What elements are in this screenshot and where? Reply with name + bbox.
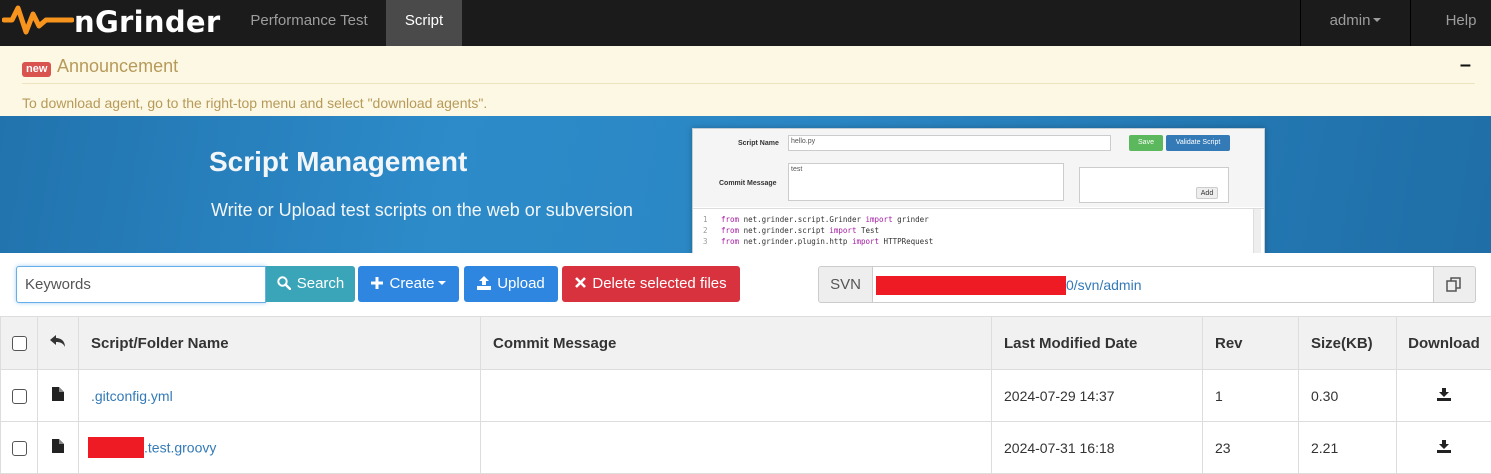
column-header-rev[interactable]: Rev [1203, 317, 1299, 370]
file-icon [52, 387, 64, 401]
caret-down-icon [438, 281, 446, 285]
back-arrow-icon[interactable] [50, 334, 66, 348]
preview-commit-label: Commit Message [719, 180, 777, 187]
row-select-cell [1, 370, 38, 422]
code-line: 1from net.grinder.script.Grinder import … [703, 215, 929, 224]
preview-script-name-label: Script Name [738, 140, 779, 147]
select-all-cell [1, 317, 38, 370]
file-type-cell [38, 370, 79, 422]
upload-button-label: Upload [497, 275, 545, 292]
preview-save-button: Save [1129, 135, 1163, 151]
script-management-banner: Script Management Write or Upload test s… [0, 116, 1491, 253]
column-header-size[interactable]: Size(KB) [1299, 317, 1397, 370]
create-dropdown-button[interactable]: Create [358, 266, 459, 302]
nav-admin-label: admin [1330, 12, 1371, 29]
preview-form: Script Name hello.py Save Validate Scrip… [693, 129, 1264, 207]
file-type-cell [38, 422, 79, 474]
preview-code-editor: 1from net.grinder.script.Grinder import … [693, 208, 1264, 253]
nav-help[interactable]: Help [1410, 0, 1491, 46]
revision-cell: 1 [1203, 370, 1299, 422]
banner-subtitle: Write or Upload test scripts on the web … [211, 200, 633, 221]
svn-label: SVN [818, 266, 873, 303]
close-icon [575, 277, 586, 288]
svn-url-text: 0/svn/admin [1066, 277, 1141, 293]
file-name-cell: .gitconfig.yml [79, 370, 481, 422]
revision-cell: 23 [1203, 422, 1299, 474]
search-icon [277, 276, 291, 290]
download-cell [1397, 422, 1491, 474]
select-all-checkbox[interactable] [12, 336, 27, 351]
brand-name: nGrinder [74, 5, 220, 39]
code-line: 3from net.grinder.plugin.http import HTT… [703, 237, 933, 246]
commit-message-cell [481, 370, 992, 422]
new-badge: new [22, 62, 51, 77]
table-row: .test.groovy 2024-07-31 16:18 23 2.21 [1, 422, 1491, 474]
download-icon[interactable] [1437, 440, 1451, 453]
parent-folder-cell [38, 317, 79, 370]
brand-logo[interactable]: nGrinder [0, 0, 230, 46]
delete-selected-button[interactable]: Delete selected files [562, 266, 740, 302]
modified-date-cell: 2024-07-29 14:37 [992, 370, 1203, 422]
file-name-cell: .test.groovy [79, 422, 481, 474]
column-header-commit[interactable]: Commit Message [481, 317, 992, 370]
size-cell: 2.21 [1299, 422, 1397, 474]
create-button-label: Create [389, 275, 434, 292]
copy-icon [1446, 277, 1462, 293]
search-input[interactable] [16, 266, 266, 303]
redacted-block [88, 437, 144, 458]
editor-preview-image: Script Name hello.py Save Validate Scrip… [692, 128, 1265, 253]
row-checkbox[interactable] [12, 441, 27, 456]
announcement-header: new Announcement – [22, 54, 1475, 84]
search-button[interactable]: Search [266, 266, 355, 302]
nav-performance-test[interactable]: Performance Test [232, 0, 386, 46]
copy-url-button[interactable] [1433, 266, 1476, 303]
announcement-title: Announcement [57, 56, 178, 77]
collapse-toggle[interactable]: – [1460, 54, 1471, 77]
search-button-label: Search [297, 275, 345, 292]
file-name-link[interactable]: .test.groovy [144, 440, 216, 456]
preview-add-button: Add [1196, 187, 1218, 199]
row-checkbox[interactable] [12, 389, 27, 404]
upload-button[interactable]: Upload [464, 266, 558, 302]
preview-script-name-field: hello.py [788, 135, 1111, 151]
column-header-download: Download [1397, 317, 1491, 370]
preview-scrollbar [1253, 209, 1261, 253]
file-name-wrap: .test.groovy [88, 437, 216, 458]
top-navbar: nGrinder Performance Test Script admin H… [0, 0, 1491, 46]
redacted-block [876, 276, 1066, 295]
caret-down-icon [1373, 18, 1381, 22]
svn-url-field[interactable]: 0/svn/admin [872, 266, 1434, 303]
column-header-name[interactable]: Script/Folder Name [79, 317, 481, 370]
script-toolbar: Search Create Upload Delete selected fil… [0, 253, 1491, 316]
announcement-panel: new Announcement – To download agent, go… [0, 46, 1491, 116]
download-cell [1397, 370, 1491, 422]
pulse-logo-icon [2, 4, 74, 40]
size-cell: 0.30 [1299, 370, 1397, 422]
preview-commit-field: test [788, 163, 1064, 201]
row-select-cell [1, 422, 38, 474]
plus-icon [371, 277, 383, 289]
commit-message-cell [481, 422, 992, 474]
table-row: .gitconfig.yml 2024-07-29 14:37 1 0.30 [1, 370, 1491, 422]
banner-title: Script Management [209, 146, 467, 178]
download-icon[interactable] [1437, 388, 1451, 401]
preview-validate-button: Validate Script [1166, 135, 1230, 151]
nav-script[interactable]: Script [386, 0, 462, 46]
nav-admin-menu[interactable]: admin [1300, 0, 1410, 46]
announcement-body: To download agent, go to the right-top m… [22, 95, 487, 111]
script-file-table: Script/Folder Name Commit Message Last M… [0, 316, 1491, 474]
file-name-link[interactable]: .gitconfig.yml [91, 388, 173, 404]
code-line: 2from net.grinder.script import Test [703, 226, 879, 235]
table-header-row: Script/Folder Name Commit Message Last M… [1, 317, 1491, 370]
file-icon [52, 439, 64, 453]
upload-icon [477, 276, 491, 290]
modified-date-cell: 2024-07-31 16:18 [992, 422, 1203, 474]
column-header-date[interactable]: Last Modified Date [992, 317, 1203, 370]
delete-button-label: Delete selected files [592, 275, 726, 292]
